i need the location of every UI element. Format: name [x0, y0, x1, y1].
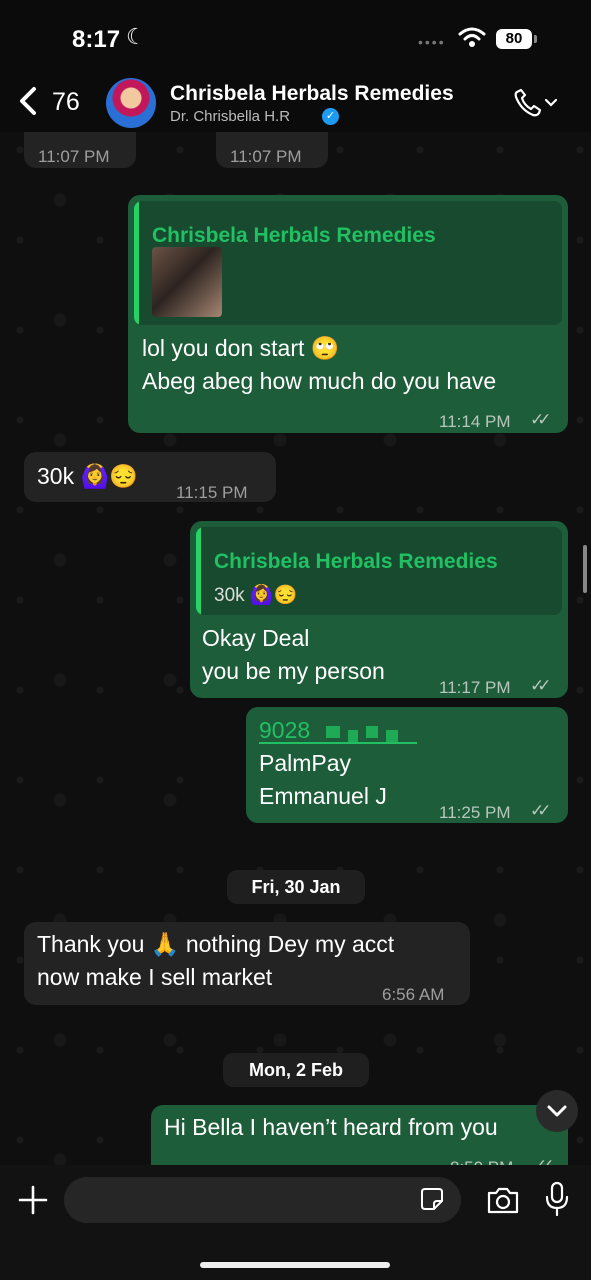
message-text: lol you don start 🙄	[142, 335, 340, 361]
status-time: 8:17	[72, 26, 121, 53]
quoted-message[interactable]: Chrisbela Herbals Remedies	[134, 201, 562, 325]
avatar[interactable]	[106, 78, 156, 128]
quoted-message[interactable]: Chrisbela Herbals Remedies 30k 🙆‍♀️😔	[196, 527, 562, 615]
quoted-text: 30k 🙆‍♀️😔	[214, 585, 298, 606]
camera-icon[interactable]	[486, 1185, 520, 1215]
read-receipt-icon: ✓✓	[530, 410, 551, 429]
signal-icon: ••••	[418, 34, 446, 50]
message-text: PalmPay	[259, 750, 352, 776]
message-time: 11:25 PM	[439, 803, 511, 822]
chat-subtitle[interactable]: Dr. Chrisbella H.R	[170, 108, 290, 125]
chat-header: 76 Chrisbela Herbals Remedies Dr. Chrisb…	[0, 70, 591, 132]
message-text: Thank you 🙏 nothing Dey my acct	[37, 931, 395, 957]
message-time: 6:56 AM	[382, 985, 445, 1004]
quoted-photo-thumbnail	[152, 247, 222, 317]
verified-badge-icon: ✓	[322, 108, 339, 125]
message-time: 11:14 PM	[439, 412, 511, 431]
home-indicator	[200, 1262, 390, 1268]
chevron-down-icon	[547, 1105, 567, 1117]
date-separator: Fri, 30 Jan	[227, 870, 365, 904]
status-bar: 8:17 ☾ •••• 80	[0, 0, 591, 80]
message-bubble-outgoing[interactable]: Chrisbela Herbals Remedies 30k 🙆‍♀️😔 Oka…	[190, 521, 568, 698]
message-text: Abeg abeg how much do you have	[142, 368, 497, 394]
message-bubble-partial[interactable]: 11:07 PM	[24, 132, 136, 168]
back-chevron-icon[interactable]	[16, 86, 40, 116]
date-separator: Mon, 2 Feb	[223, 1053, 369, 1087]
message-time: 11:07 PM	[38, 147, 110, 166]
message-bubble-outgoing[interactable]: 9028 PalmPay Emmanuel J 11:25 PM ✓✓	[246, 707, 568, 823]
message-input[interactable]	[64, 1177, 461, 1223]
message-time: 11:15 PM	[176, 483, 248, 502]
message-time: 11:17 PM	[439, 678, 511, 697]
message-bubble-incoming[interactable]: Thank you 🙏 nothing Dey my acct now make…	[24, 922, 470, 1005]
message-text: now make I sell market	[37, 964, 273, 990]
message-bubble-partial[interactable]: 11:07 PM	[216, 132, 328, 168]
read-receipt-icon: ✓✓	[530, 801, 551, 820]
message-text: Emmanuel J	[259, 783, 387, 809]
redacted-area	[318, 724, 414, 742]
message-text: you be my person	[202, 658, 385, 684]
wifi-icon	[458, 27, 486, 47]
message-time: 11:07 PM	[230, 147, 302, 166]
plus-icon[interactable]	[18, 1185, 48, 1215]
battery-indicator: 80	[496, 29, 537, 49]
read-receipt-icon: ✓✓	[530, 676, 551, 695]
microphone-icon[interactable]	[544, 1181, 570, 1217]
phone-call-icon[interactable]	[512, 88, 558, 118]
message-bubble-outgoing[interactable]: Chrisbela Herbals Remedies lol you don s…	[128, 195, 568, 433]
message-text: Hi Bella I haven’t heard from you	[164, 1114, 498, 1140]
quoted-sender: Chrisbela Herbals Remedies	[214, 550, 498, 573]
message-text: Okay Deal	[202, 625, 310, 651]
link-underline	[259, 742, 417, 744]
message-bubble-incoming[interactable]: 30k 🙆‍♀️😔 11:15 PM	[24, 452, 276, 502]
moon-icon: ☾	[126, 24, 146, 49]
chat-title[interactable]: Chrisbela Herbals Remedies	[170, 82, 454, 106]
message-text: 30k 🙆‍♀️😔	[37, 463, 138, 489]
sticker-icon[interactable]	[420, 1187, 444, 1211]
unread-count[interactable]: 76	[52, 88, 80, 117]
scrollbar[interactable]	[583, 545, 587, 593]
scroll-to-bottom-button[interactable]	[536, 1090, 578, 1132]
